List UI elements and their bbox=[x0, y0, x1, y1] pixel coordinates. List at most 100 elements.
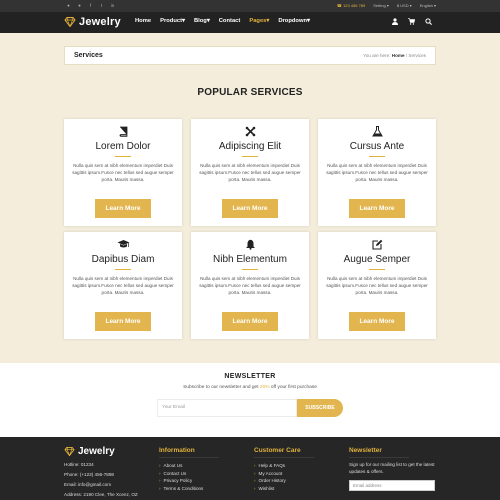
nav-blog[interactable]: Blog▾ bbox=[194, 18, 210, 24]
phone: Phone: (+123) 456-7898 bbox=[64, 472, 114, 477]
android-icon[interactable]: ● bbox=[66, 3, 71, 8]
cart-icon[interactable] bbox=[408, 18, 415, 25]
service-card: Nibh Elementum Nulla quis sem at nibh el… bbox=[191, 232, 309, 339]
phone-number[interactable]: ☎ 123 456 789 bbox=[337, 3, 365, 8]
service-description: Nulla quis sem at nibh elementum imperdi… bbox=[199, 163, 301, 182]
footer-link[interactable]: Help & FAQs bbox=[254, 462, 314, 470]
diamond-icon bbox=[64, 447, 75, 456]
main-nav: Home Product▾ Blog▾ Contact Pages▾ Dropd… bbox=[135, 18, 310, 24]
title-underline bbox=[115, 156, 131, 157]
email[interactable]: Email: info@gmail.com bbox=[64, 480, 138, 490]
service-title: Lorem Dolor bbox=[95, 141, 151, 152]
footer-link[interactable]: Privacy Policy bbox=[159, 477, 219, 485]
service-description: Nulla quis sem at nibh elementum imperdi… bbox=[199, 276, 301, 295]
breadcrumb-current: Services bbox=[408, 53, 426, 58]
nav-dropdown[interactable]: Dropdown▾ bbox=[278, 18, 310, 24]
service-title: Cursus Ante bbox=[349, 141, 405, 152]
service-title: Nibh Elementum bbox=[213, 254, 287, 265]
twitter-icon[interactable]: t bbox=[99, 3, 104, 8]
service-description: Nulla quis sem at nibh elementum imperdi… bbox=[72, 163, 174, 182]
hotline: Hotline: 01234 bbox=[64, 462, 94, 467]
footer-link[interactable]: My Account bbox=[254, 470, 314, 478]
search-icon[interactable] bbox=[425, 18, 432, 25]
graduation-cap-icon bbox=[117, 240, 129, 248]
learn-more-button[interactable]: Learn More bbox=[349, 199, 405, 218]
newsletter-title: NEWSLETTER bbox=[224, 373, 276, 380]
footer-column-title: Customer Care bbox=[254, 447, 314, 458]
settings-dropdown[interactable]: Setting ▾ bbox=[373, 3, 389, 8]
chevron-down-icon: ▾ bbox=[266, 18, 270, 24]
service-card: Augue Semper Nulla quis sem at nibh elem… bbox=[318, 232, 436, 339]
diamond-icon bbox=[64, 17, 76, 27]
breadcrumb-trail: You are here: Home / Services bbox=[363, 53, 426, 58]
subscribe-button[interactable]: SUBSCRIBE bbox=[297, 399, 343, 417]
logo[interactable]: Jewelry bbox=[64, 16, 121, 28]
title-underline bbox=[369, 269, 385, 270]
currency-dropdown[interactable]: $ USD ▾ bbox=[397, 3, 412, 8]
apple-icon[interactable]: ● bbox=[77, 3, 82, 8]
service-card: Cursus Ante Nulla quis sem at nibh eleme… bbox=[318, 119, 436, 226]
nav-product[interactable]: Product▾ bbox=[160, 18, 185, 24]
learn-more-button[interactable]: Learn More bbox=[222, 312, 278, 331]
service-card: Adipiscing Elit Nulla quis sem at nibh e… bbox=[191, 119, 309, 226]
address: Address: 2190 Clee, The Xcenz, OZ bbox=[64, 492, 138, 497]
edit-icon bbox=[371, 239, 382, 250]
chevron-down-icon: ▾ bbox=[307, 18, 310, 24]
learn-more-button[interactable]: Learn More bbox=[349, 312, 405, 331]
newsletter-subtitle: Subscribe to our newsletter and get 20% … bbox=[183, 385, 317, 390]
breadcrumb: Services You are here: Home / Services bbox=[64, 46, 436, 65]
learn-more-button[interactable]: Learn More bbox=[95, 199, 151, 218]
learn-more-button[interactable]: Learn More bbox=[95, 312, 151, 331]
breadcrumb-home-link[interactable]: Home bbox=[392, 53, 405, 58]
page-title: Services bbox=[74, 52, 103, 59]
footer-column-title: Newsletter bbox=[349, 447, 409, 458]
footer-contact: Hotline: 01234 Phone: (+123) 456-7898 Em… bbox=[64, 460, 138, 500]
footer-customer-care: Customer Care Help & FAQs My Account Ord… bbox=[254, 447, 314, 492]
title-underline bbox=[242, 156, 258, 157]
service-title: Adipiscing Elit bbox=[218, 141, 282, 152]
chevron-down-icon: ▾ bbox=[206, 18, 210, 24]
section-title: POPULAR SERVICES bbox=[197, 87, 303, 98]
service-description: Nulla quis sem at nibh elementum imperdi… bbox=[326, 163, 428, 182]
footer: Jewelry Hotline: 01234 Phone: (+123) 456… bbox=[0, 437, 500, 500]
user-icon[interactable] bbox=[392, 18, 398, 25]
footer-link[interactable]: Order History bbox=[254, 477, 314, 485]
nav-pages[interactable]: Pages▾ bbox=[249, 18, 269, 24]
footer-logo[interactable]: Jewelry bbox=[64, 446, 115, 457]
service-title: Augue Semper bbox=[343, 254, 411, 265]
newsletter-email-input[interactable]: Your Email bbox=[157, 399, 297, 417]
newsletter-form: Your Email SUBSCRIBE bbox=[157, 399, 343, 417]
service-card: Lorem Dolor Nulla quis sem at nibh eleme… bbox=[64, 119, 182, 226]
service-description: Nulla quis sem at nibh elementum imperdi… bbox=[326, 276, 428, 295]
footer-link[interactable]: About Us bbox=[159, 462, 219, 470]
book-icon bbox=[119, 126, 127, 137]
linkedin-icon[interactable]: in bbox=[110, 3, 115, 8]
title-underline bbox=[115, 269, 131, 270]
top-bar-right: ☎ 123 456 789 Setting ▾ $ USD ▾ English … bbox=[337, 3, 436, 8]
footer-email-input[interactable]: Email address bbox=[349, 480, 435, 491]
title-underline bbox=[369, 156, 385, 157]
bell-icon bbox=[245, 239, 255, 250]
footer-link[interactable]: Wishlist bbox=[254, 485, 314, 493]
footer-link[interactable]: Terms & Conditions bbox=[159, 485, 219, 493]
footer-newsletter-text: Sign up for our mailing list to get the … bbox=[349, 462, 435, 474]
service-title: Dapibus Diam bbox=[91, 254, 155, 265]
nav-home[interactable]: Home bbox=[135, 18, 151, 24]
service-card: Dapibus Diam Nulla quis sem at nibh elem… bbox=[64, 232, 182, 339]
facebook-icon[interactable]: f bbox=[88, 3, 93, 8]
footer-newsletter: Newsletter Sign up for our mailing list … bbox=[349, 447, 439, 491]
top-bar: ● ● f t in ☎ 123 456 789 Setting ▾ $ USD… bbox=[0, 0, 500, 12]
footer-information: Information About Us Contact Us Privacy … bbox=[159, 447, 219, 492]
chevron-down-icon: ▾ bbox=[182, 18, 185, 24]
footer-link[interactable]: Contact Us bbox=[159, 470, 219, 478]
header-icons bbox=[392, 18, 432, 25]
language-dropdown[interactable]: English ▾ bbox=[420, 3, 436, 8]
footer-brand: Jewelry bbox=[78, 446, 115, 457]
nav-contact[interactable]: Contact bbox=[219, 18, 241, 24]
service-description: Nulla quis sem at nibh elementum imperdi… bbox=[72, 276, 174, 295]
brand-name: Jewelry bbox=[79, 16, 121, 28]
social-links: ● ● f t in bbox=[66, 3, 115, 8]
learn-more-button[interactable]: Learn More bbox=[222, 199, 278, 218]
discount-highlight: 20% bbox=[259, 385, 270, 390]
title-underline bbox=[242, 269, 258, 270]
